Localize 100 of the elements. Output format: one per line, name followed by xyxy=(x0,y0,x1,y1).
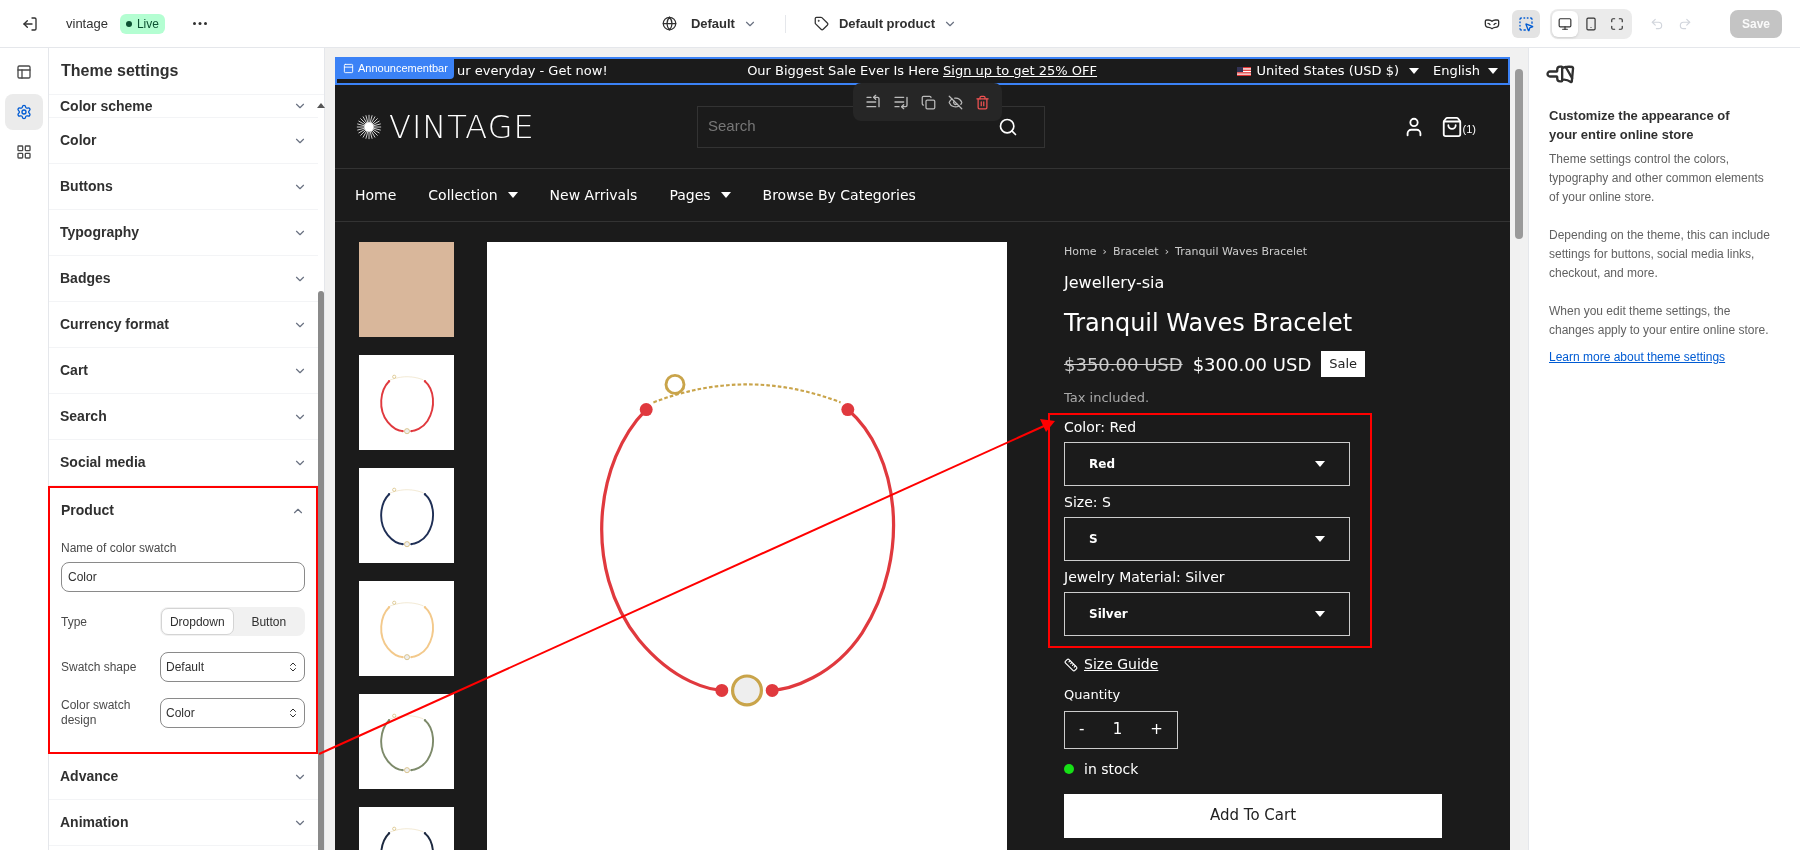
accordion-header[interactable]: Typography xyxy=(49,210,318,255)
nav-link[interactable]: Collection xyxy=(428,184,518,206)
product-title: Tranquil Waves Bracelet xyxy=(1064,307,1354,339)
device-button[interactable] xyxy=(1551,10,1578,37)
accordion-header[interactable]: Badges xyxy=(49,256,318,301)
currency-selector[interactable]: United States (USD $) xyxy=(1236,61,1420,81)
product-vendor: Jewellery-sia xyxy=(1064,271,1166,294)
thumbnail[interactable] xyxy=(359,581,454,676)
nav-link[interactable]: New Arrivals xyxy=(549,184,638,206)
breadcrumb-separator: › xyxy=(1102,244,1107,260)
tag-icon xyxy=(813,16,829,31)
accordion-header[interactable]: Color scheme xyxy=(49,95,318,117)
variant-select[interactable]: Red xyxy=(1064,442,1350,486)
desktop-icon xyxy=(1557,16,1572,31)
learn-more-link[interactable]: Learn more about theme settings xyxy=(1549,348,1780,367)
panel-title: Theme settings xyxy=(49,48,324,95)
help-heading: Customize the appearance of your entire online store xyxy=(1549,107,1731,144)
undo-icon xyxy=(1649,16,1664,31)
thumbnail[interactable] xyxy=(359,355,454,450)
hide-icon[interactable] xyxy=(948,94,963,110)
accordion-header[interactable]: Buttons xyxy=(49,164,318,209)
move-up-icon[interactable] xyxy=(865,94,881,110)
field-label: Color swatch design xyxy=(61,698,132,728)
settings-icon xyxy=(16,104,32,120)
help-paragraph: When you edit theme settings, the changes apply to your entire online store. xyxy=(1549,303,1770,339)
option-label: Color: Red xyxy=(1064,418,1138,437)
store-logo: VINTAGE xyxy=(389,106,535,148)
duplicate-icon[interactable] xyxy=(921,94,936,110)
breadcrumb-link[interactable]: Bracelet xyxy=(1112,244,1159,261)
accordion-header[interactable]: Currency format xyxy=(49,302,318,347)
tax-note: Tax included. xyxy=(1064,388,1151,407)
mobile-icon xyxy=(1583,16,1598,31)
move-down-icon[interactable] xyxy=(893,94,909,110)
store-name: vintage xyxy=(66,14,108,33)
section-label: Announcementbar xyxy=(337,57,454,79)
caret-icon xyxy=(1315,611,1325,617)
size-guide-link[interactable]: Size Guide xyxy=(1064,654,1159,675)
add-to-cart-button[interactable]: Add To Cart xyxy=(1064,793,1442,838)
section-icon xyxy=(343,62,354,74)
caret-icon xyxy=(507,192,518,198)
decrease-button[interactable]: - xyxy=(1079,718,1085,741)
segment-tab[interactable]: Button xyxy=(233,608,304,635)
caret-icon xyxy=(1409,68,1420,74)
nav-link[interactable]: Pages xyxy=(669,184,731,206)
breadcrumb-link[interactable]: Tranquil Waves Bracelet xyxy=(1175,244,1308,261)
select-cursor-icon xyxy=(1517,15,1534,32)
caret-icon xyxy=(1488,68,1498,74)
globe-icon xyxy=(661,16,677,31)
help-paragraph: Depending on the theme, this can include settings for buttons, social media links, checkout, and more. xyxy=(1549,227,1771,282)
nav-link[interactable]: Browse By Categories xyxy=(762,184,916,206)
sections-icon xyxy=(16,64,32,80)
quantity-label: Quantity xyxy=(1064,686,1122,704)
stock-status: in stock xyxy=(1084,759,1139,779)
option-label: Size: S xyxy=(1064,493,1112,512)
accordion-header[interactable]: Search xyxy=(49,394,318,439)
accordion-header[interactable]: Advance xyxy=(49,754,318,799)
announcement-text: Our Biggest Sale Ever Is Here xyxy=(747,62,940,81)
thumbnail[interactable] xyxy=(359,694,454,789)
bag-icon[interactable] xyxy=(1440,115,1463,138)
rail-button[interactable] xyxy=(5,94,43,130)
thumbnail[interactable] xyxy=(359,468,454,563)
template-selector[interactable]: Default product xyxy=(805,9,965,38)
accordion-header[interactable]: Animation xyxy=(49,800,318,845)
field-label: Type xyxy=(61,613,87,631)
accordion-header[interactable]: Social media xyxy=(49,440,318,485)
variant-select[interactable]: Silver xyxy=(1064,592,1350,636)
breadcrumb-link[interactable]: Home xyxy=(1064,244,1097,261)
nav-link[interactable]: Home xyxy=(355,184,397,206)
accordion-header[interactable]: Product xyxy=(50,488,316,533)
scroll-up-icon xyxy=(317,103,325,108)
sunburst-logo-icon xyxy=(355,112,383,141)
select-field[interactable]: Default xyxy=(160,652,305,682)
language-selector[interactable]: English xyxy=(1433,61,1498,81)
compare-price: $350.00 USD xyxy=(1064,352,1183,377)
sale-price: $300.00 USD xyxy=(1192,352,1312,377)
caret-icon xyxy=(1315,461,1325,467)
announcement-text: ur everyday - Get now! xyxy=(457,62,608,81)
status-badge: Live xyxy=(119,13,165,34)
field-label: Name of color swatch xyxy=(61,540,178,557)
input-field[interactable]: Color xyxy=(61,562,305,592)
theme-selector[interactable]: Default xyxy=(653,9,765,38)
chevrons-icon xyxy=(287,707,299,719)
caret-icon xyxy=(720,192,731,198)
flag-icon xyxy=(1236,66,1251,76)
segment-tab[interactable]: Dropdown xyxy=(161,608,234,635)
sale-badge: Sale xyxy=(1321,351,1366,377)
signup-link[interactable]: Sign up to get 25% OFF xyxy=(943,61,1098,81)
accordion-header[interactable]: Color xyxy=(49,118,318,163)
caret-icon xyxy=(1315,536,1325,542)
more-icon xyxy=(192,22,207,25)
search-icon xyxy=(998,116,1018,137)
delete-icon[interactable] xyxy=(975,94,990,110)
announcement-bar[interactable]: Announcementbar ur everyday - Get now! Our Biggest Sale Ever Is Here Sign up to get 25% OFF United States (USD $) English xyxy=(335,57,1510,85)
accordion-header[interactable]: Cart xyxy=(49,348,318,393)
increase-button[interactable]: + xyxy=(1150,718,1163,741)
grid-icon xyxy=(16,144,32,160)
redo-icon xyxy=(1677,16,1692,31)
variant-select[interactable]: S xyxy=(1064,517,1350,561)
select-field[interactable]: Color xyxy=(160,698,305,728)
fullscreen-icon xyxy=(1609,16,1624,31)
